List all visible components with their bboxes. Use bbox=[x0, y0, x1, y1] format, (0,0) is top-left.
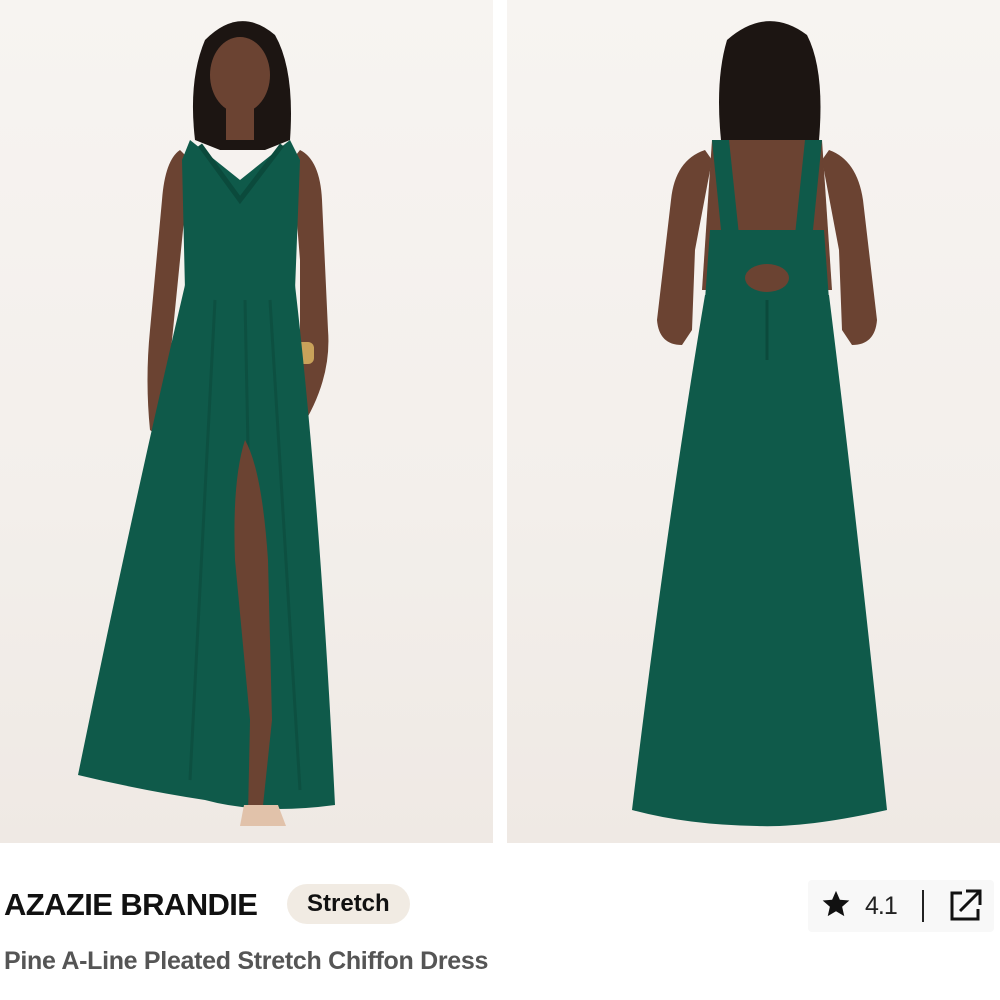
actions-divider bbox=[922, 890, 924, 922]
share-button[interactable] bbox=[946, 887, 984, 925]
product-image-back[interactable] bbox=[507, 0, 1000, 843]
product-brand: AZAZIE BRANDIE bbox=[4, 887, 258, 922]
model-front-illustration bbox=[78, 21, 335, 826]
product-subtitle: Pine A-Line Pleated Stretch Chiffon Dres… bbox=[4, 947, 489, 975]
rating[interactable]: 4.1 bbox=[820, 888, 898, 925]
product-actions: 4.1 bbox=[808, 880, 994, 932]
product-info: AZAZIE BRANDIE Stretch Pine A-Line Pleat… bbox=[0, 843, 1000, 1000]
product-image-front[interactable] bbox=[0, 0, 493, 843]
model-back-illustration bbox=[632, 21, 887, 827]
rating-value: 4.1 bbox=[865, 891, 898, 920]
external-link-icon bbox=[946, 889, 984, 929]
star-icon bbox=[820, 888, 852, 925]
stretch-badge: Stretch bbox=[287, 884, 410, 924]
